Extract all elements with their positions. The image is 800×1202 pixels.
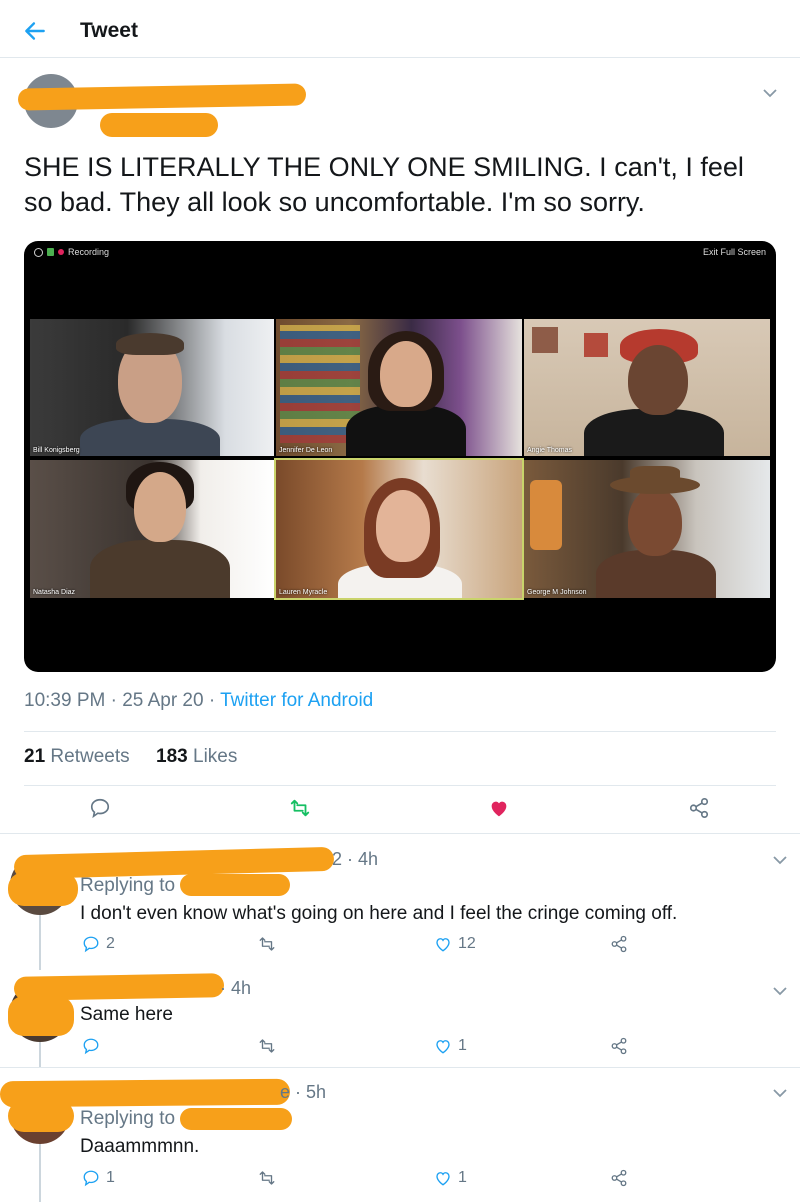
video-tile: George M Johnson: [524, 460, 770, 598]
video-tile-active-speaker: Lauren Myracle: [274, 458, 524, 600]
tweet-source-link[interactable]: Twitter for Android: [220, 690, 373, 711]
heart-icon[interactable]: [488, 797, 510, 819]
redaction-mark: [8, 1100, 74, 1132]
redaction-mark: [8, 996, 74, 1036]
divider: [0, 1067, 800, 1068]
retweet-icon: [259, 1171, 275, 1185]
retweet-button[interactable]: [258, 934, 276, 954]
divider: [24, 731, 776, 732]
reply-count: 2: [106, 935, 115, 952]
redaction-mark: [180, 1108, 292, 1130]
share-button[interactable]: [610, 934, 628, 954]
reply-button[interactable]: 1: [82, 1168, 115, 1188]
video-tile: Jennifer De Leon: [276, 319, 522, 456]
chevron-down-icon[interactable]: [772, 855, 788, 865]
replying-to-label: Replying to: [80, 1108, 176, 1129]
reply-text: I don't even know what's going on here a…: [80, 903, 678, 924]
recording-indicator: Recording: [34, 247, 109, 257]
like-button[interactable]: 1: [434, 1036, 467, 1056]
reply-icon: [83, 1170, 99, 1187]
lock-icon: [47, 248, 54, 256]
participant-name: Lauren Myracle: [279, 589, 328, 596]
like-count: 12: [458, 935, 476, 952]
redaction-mark: [17, 83, 307, 111]
redaction-mark: [100, 113, 218, 137]
divider: [0, 833, 800, 834]
share-icon: [611, 1037, 627, 1055]
likes-label[interactable]: Likes: [193, 746, 237, 767]
heart-icon: [436, 1040, 450, 1054]
like-count: 1: [458, 1037, 467, 1054]
tweet-time: 10:39 PM: [24, 690, 106, 711]
tweet-date: 25 Apr 20: [122, 690, 204, 711]
heart-icon: [436, 938, 450, 952]
retweets-label[interactable]: Retweets: [50, 746, 129, 767]
participant-name: Angie Thomas: [527, 447, 573, 454]
reply-count: 1: [106, 1169, 115, 1186]
like-button[interactable]: 12: [434, 934, 476, 954]
like-count: 1: [458, 1169, 467, 1186]
exit-fullscreen-label[interactable]: Exit Full Screen: [703, 247, 766, 257]
redaction-mark: [180, 874, 290, 896]
video-tile: Bill Konigsberg: [30, 319, 274, 456]
tweet-timestamp: 10:39 PM · 25 Apr 20 · Twitter for Andro…: [24, 690, 374, 711]
back-arrow-icon[interactable]: [22, 18, 48, 44]
page-title: Tweet: [80, 19, 138, 42]
retweet-count[interactable]: 21: [24, 746, 45, 767]
reply-text: Same here: [80, 1004, 173, 1025]
tweet-media[interactable]: Recording Exit Full Screen Bill Konigsbe…: [24, 241, 776, 672]
redaction-mark: [8, 872, 78, 906]
participant-name: Bill Konigsberg: [33, 447, 80, 454]
replying-to-label: Replying to: [80, 875, 176, 896]
reply-icon[interactable]: [89, 797, 111, 819]
participant-name: Jennifer De Leon: [279, 447, 333, 454]
tweet-text: SHE IS LITERALLY THE ONLY ONE SMILING. I…: [24, 152, 744, 217]
chevron-down-icon[interactable]: [762, 88, 778, 98]
participant-name: George M Johnson: [527, 589, 587, 596]
info-icon: [34, 247, 43, 257]
chevron-down-icon[interactable]: [772, 986, 788, 996]
top-bar: Tweet: [0, 0, 800, 58]
share-icon: [611, 935, 627, 953]
heart-icon: [436, 1172, 450, 1186]
recording-label: Recording: [68, 247, 110, 257]
retweet-icon[interactable]: [289, 797, 311, 819]
reply-icon: [83, 936, 99, 953]
divider: [24, 785, 776, 786]
like-count[interactable]: 183: [156, 746, 188, 767]
thread-line: [39, 1144, 41, 1202]
reply-text: Daaammmnn.: [80, 1136, 200, 1157]
share-button[interactable]: [610, 1168, 628, 1188]
reply-time: e · 5h: [280, 1082, 327, 1102]
reply-time: 2 · 4h: [332, 849, 379, 869]
share-button[interactable]: [610, 1036, 628, 1056]
reply-icon: [83, 1038, 99, 1055]
record-icon: [58, 249, 64, 255]
retweet-icon: [259, 937, 275, 951]
tweet-stats: 21 Retweets 183 Likes: [24, 746, 237, 768]
thread-line: [39, 915, 41, 970]
retweet-icon: [259, 1039, 275, 1053]
like-button[interactable]: 1: [434, 1168, 467, 1188]
retweet-button[interactable]: [258, 1168, 276, 1188]
share-icon[interactable]: [688, 797, 710, 819]
video-tile: Natasha Diaz: [30, 460, 274, 598]
reply-time: · 4h: [220, 978, 252, 998]
reply-button[interactable]: [82, 1036, 106, 1056]
retweet-button[interactable]: [258, 1036, 276, 1056]
thread-line: [39, 1042, 41, 1067]
chevron-down-icon[interactable]: [772, 1088, 788, 1098]
reply-button[interactable]: 2: [82, 934, 115, 954]
share-icon: [611, 1169, 627, 1187]
video-tile: Angie Thomas: [524, 319, 770, 456]
participant-name: Natasha Diaz: [33, 589, 76, 596]
